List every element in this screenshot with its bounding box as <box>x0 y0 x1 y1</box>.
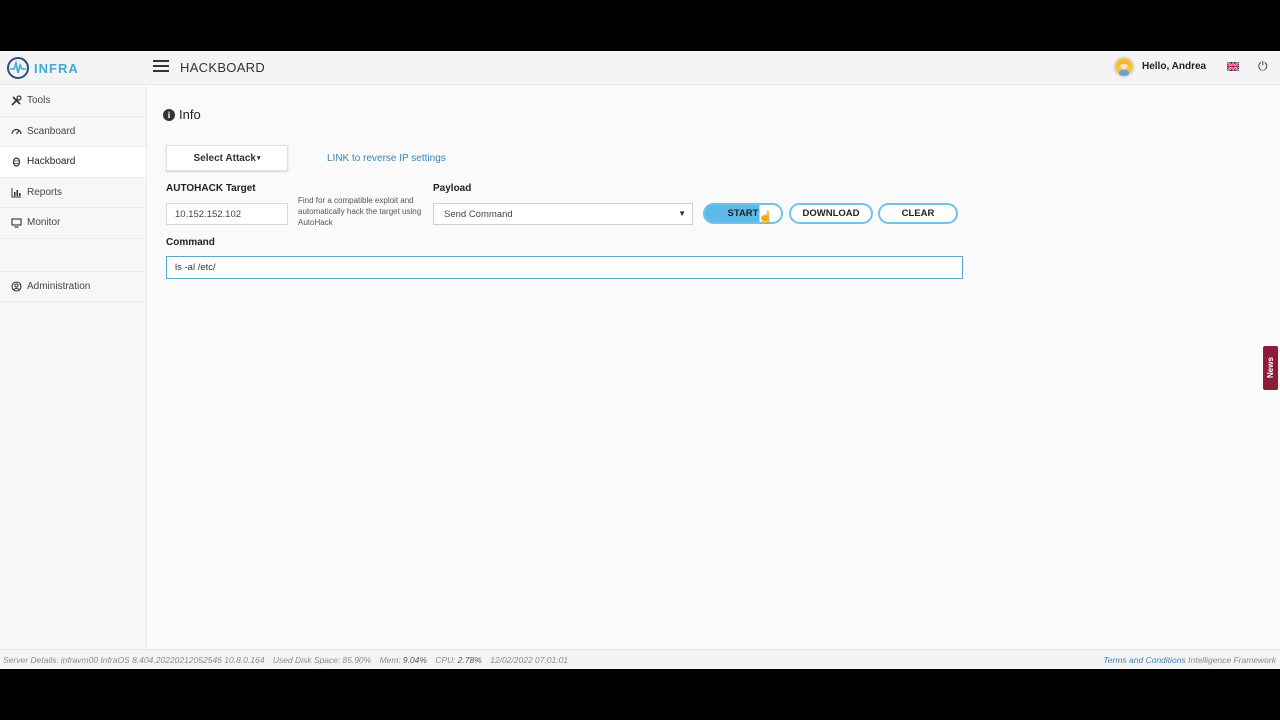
footer-right: Terms and Conditions Intelligence Framew… <box>1103 655 1276 665</box>
select-attack-label: Select Attack <box>193 152 256 164</box>
hamburger-menu-icon[interactable] <box>153 60 169 74</box>
sidebar-item-label: Monitor <box>27 217 61 229</box>
server-label: Server Details: <box>3 655 59 665</box>
autohack-target-input[interactable]: 10.152.152.102 <box>166 203 288 225</box>
sidebar-item-reports[interactable]: Reports <box>0 178 146 208</box>
cpu-label: CPU: <box>435 655 456 665</box>
framework-text: Intelligence Framework <box>1188 655 1276 665</box>
clear-button[interactable]: CLEAR <box>878 203 958 224</box>
top-header: INFRA HACKBOARD Hello, Andrea ⏻ <box>0 51 1280 85</box>
mem-value: 9.04% <box>402 655 427 665</box>
user-avatar-icon <box>1118 60 1130 76</box>
mem-label: Mem: <box>379 655 401 665</box>
bar-chart-icon <box>10 186 22 198</box>
sidebar-item-monitor[interactable]: Monitor <box>0 208 146 239</box>
section-title-text: Info <box>179 107 201 122</box>
info-icon: i <box>163 108 175 121</box>
caret-down-icon: ▾ <box>256 155 261 162</box>
sidebar-item-administration[interactable]: Administration <box>0 272 146 302</box>
hand-cursor-icon: ☝ <box>758 210 773 224</box>
logo[interactable]: INFRA <box>6 56 79 80</box>
timestamp: 12/02/2022 07:01:01 <box>490 655 569 665</box>
sidebar-item-label: Tools <box>27 95 51 107</box>
select-attack-dropdown[interactable]: Select Attack ▾ <box>166 145 288 171</box>
user-greeting[interactable]: Hello, Andrea <box>1142 61 1206 72</box>
section-title: i Info <box>163 107 201 122</box>
cpu-value: 2.78% <box>457 655 482 665</box>
power-icon[interactable]: ⏻ <box>1258 59 1268 74</box>
infra-logo-icon <box>7 57 29 79</box>
sidebar-item-label: Hackboard <box>27 156 76 168</box>
dashboard-icon <box>10 125 22 137</box>
avatar[interactable] <box>1113 56 1135 78</box>
sidebar-item-scanboard[interactable]: Scanboard <box>0 117 146 147</box>
sidebar: Tools Scanboard Hackboard Reports Monito… <box>0 86 147 669</box>
news-tab-label: News <box>1266 357 1275 379</box>
autohack-help-text: Find for a compatible exploit and automa… <box>298 196 422 227</box>
logo-text: INFRA <box>34 60 79 76</box>
payload-select[interactable]: Send Command ▼ <box>433 203 693 225</box>
terms-link[interactable]: Terms and Conditions <box>1103 655 1185 665</box>
autohack-target-label: AUTOHACK Target <box>166 183 256 194</box>
uk-flag-icon[interactable] <box>1227 62 1239 71</box>
sidebar-item-label: Reports <box>27 186 63 198</box>
main-content: i Info Select Attack ▾ LINK to reverse I… <box>147 86 1280 669</box>
sidebar-item-label: Scanboard <box>27 125 76 137</box>
payload-label: Payload <box>433 183 472 194</box>
server-value: infravm00 InfraOS 8.404.20220212052546 1… <box>60 655 265 665</box>
news-tab[interactable]: News <box>1263 346 1278 390</box>
sidebar-item-tools[interactable]: Tools <box>0 86 146 117</box>
payload-selected-value: Send Command <box>444 208 513 220</box>
sidebar-item-hackboard[interactable]: Hackboard <box>0 147 146 178</box>
page-title: HACKBOARD <box>180 60 266 75</box>
tools-icon <box>10 95 22 107</box>
app-window: INFRA HACKBOARD Hello, Andrea ⏻ Tools Sc… <box>0 51 1280 669</box>
command-input[interactable]: ls -al /etc/ <box>166 256 963 279</box>
status-footer: Server Details: infravm00 InfraOS 8.404.2… <box>0 649 1280 669</box>
sidebar-spacer <box>0 239 146 272</box>
disk-label: Used Disk Space: <box>272 655 341 665</box>
monitor-icon <box>10 217 22 229</box>
server-details: Server Details: infravm00 InfraOS 8.404.2… <box>3 655 574 665</box>
user-circle-icon <box>10 280 22 292</box>
reverse-ip-settings-link[interactable]: LINK to reverse IP settings <box>327 153 446 164</box>
download-button[interactable]: DOWNLOAD <box>789 203 873 224</box>
command-label: Command <box>166 237 215 248</box>
disk-value: 85.90% <box>342 655 372 665</box>
bug-icon <box>10 156 22 168</box>
sidebar-item-label: Administration <box>27 280 91 292</box>
chevron-down-icon: ▼ <box>678 209 686 218</box>
